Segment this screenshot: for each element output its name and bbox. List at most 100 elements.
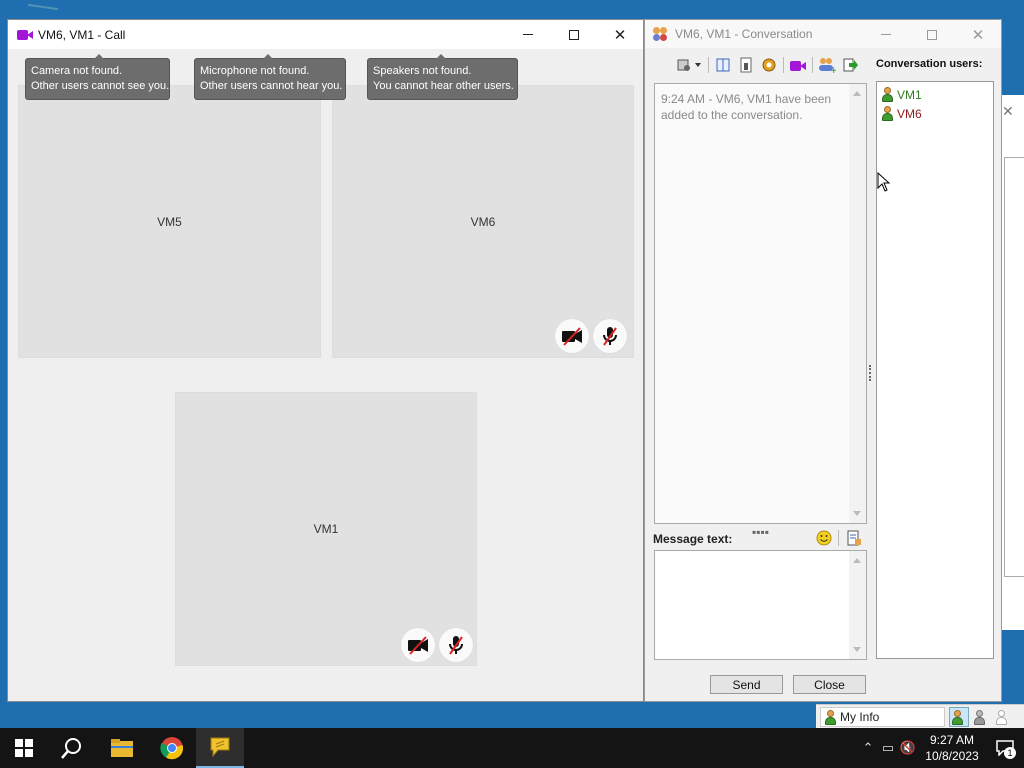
tooltip-line: Other users cannot see you. bbox=[31, 80, 170, 92]
conversation-toolbar: + bbox=[675, 54, 859, 76]
tooltip-line: You cannot hear other users. bbox=[373, 80, 514, 92]
clock-time: 9:27 AM bbox=[929, 733, 975, 747]
video-tile-vm5[interactable]: VM5 bbox=[18, 85, 321, 358]
users-icon bbox=[653, 27, 669, 41]
settings-gear-icon[interactable] bbox=[760, 56, 778, 74]
message-input-scrollbar[interactable] bbox=[849, 551, 866, 659]
tooltip-line: Camera not found. bbox=[31, 65, 123, 77]
status-online-icon[interactable] bbox=[949, 707, 969, 727]
toolbar-separator bbox=[708, 57, 709, 73]
history-book-icon[interactable] bbox=[714, 56, 732, 74]
scroll-down-arrow-icon[interactable] bbox=[853, 647, 861, 652]
svg-text:+: + bbox=[830, 66, 836, 73]
message-text-input[interactable] bbox=[654, 550, 867, 660]
tooltip-line: Other users cannot hear you. bbox=[200, 80, 343, 92]
clock[interactable]: 9:27 AM 10/8/2023 bbox=[918, 732, 986, 764]
myinfo-bar: My Info bbox=[816, 704, 1024, 728]
conversation-titlebar: VM6, VM1 - Conversation ✕ bbox=[645, 20, 1001, 48]
microphone-off-icon bbox=[593, 319, 627, 353]
search-icon bbox=[61, 738, 81, 759]
tooltip-line: Microphone not found. bbox=[200, 65, 310, 77]
toolbar-separator bbox=[783, 57, 784, 73]
clock-date: 10/8/2023 bbox=[925, 749, 979, 763]
notification-count-badge: 1 bbox=[1004, 747, 1016, 759]
maximize-button[interactable] bbox=[909, 20, 955, 49]
chrome-button[interactable] bbox=[148, 728, 196, 768]
camera-off-icon bbox=[555, 319, 589, 353]
scroll-up-arrow-icon[interactable] bbox=[853, 558, 861, 563]
close-button[interactable]: ✕ bbox=[955, 20, 1001, 49]
chevron-up-icon[interactable]: ⌃ bbox=[858, 740, 878, 756]
myinfo-label: My Info bbox=[840, 710, 880, 724]
conversation-users-label: Conversation users: bbox=[876, 58, 983, 70]
chat-message: 9:24 AM - VM6, VM1 have been added to th… bbox=[661, 92, 832, 122]
user-item-vm1[interactable]: VM1 bbox=[881, 85, 989, 104]
close-conversation-button[interactable]: Close bbox=[793, 675, 866, 694]
messenger-app-button[interactable] bbox=[196, 728, 244, 768]
user-icon bbox=[824, 709, 836, 725]
mouse-pointer-icon bbox=[877, 172, 891, 192]
user-name: VM6 bbox=[897, 106, 922, 121]
system-tray: ⌃ ▭ 🔇 9:27 AM 10/8/2023 1 bbox=[858, 728, 1024, 768]
status-offline-icon[interactable] bbox=[993, 707, 1013, 727]
minimize-button[interactable] bbox=[505, 20, 551, 49]
conversation-users-list[interactable]: VM1 VM6 bbox=[876, 81, 994, 659]
microphone-tooltip: Microphone not found. Other users cannot… bbox=[194, 54, 346, 100]
chat-log-scrollbar[interactable] bbox=[849, 84, 866, 523]
minimize-icon bbox=[523, 34, 533, 35]
user-name: VM1 bbox=[897, 87, 922, 102]
chrome-icon bbox=[160, 737, 184, 760]
toolbar-separator bbox=[838, 530, 839, 546]
windows-logo-icon bbox=[15, 739, 33, 757]
search-button[interactable] bbox=[48, 728, 96, 768]
maximize-icon bbox=[927, 29, 937, 40]
user-icon bbox=[881, 87, 893, 102]
volume-muted-icon[interactable]: 🔇 bbox=[898, 740, 918, 756]
info-document-icon[interactable] bbox=[737, 56, 755, 74]
network-icon[interactable]: ▭ bbox=[878, 740, 898, 756]
status-away-icon[interactable] bbox=[971, 707, 991, 727]
add-users-icon[interactable]: + bbox=[818, 56, 836, 74]
minimize-icon bbox=[881, 34, 891, 35]
video-camera-icon bbox=[17, 29, 33, 41]
camera-off-icon[interactable] bbox=[401, 628, 435, 662]
background-panel bbox=[1004, 157, 1024, 577]
maximize-icon bbox=[569, 29, 579, 40]
camera-tooltip: Camera not found. Other users cannot see… bbox=[25, 54, 170, 100]
emoticon-smiley-icon[interactable] bbox=[815, 529, 833, 547]
scroll-up-arrow-icon[interactable] bbox=[853, 91, 861, 96]
chat-log[interactable]: 9:24 AM - VM6, VM1 have been added to th… bbox=[654, 83, 867, 524]
user-item-vm6[interactable]: VM6 bbox=[881, 104, 989, 123]
leave-conversation-icon[interactable] bbox=[841, 56, 859, 74]
notification-center-button[interactable]: 1 bbox=[986, 728, 1024, 768]
conversation-window: VM6, VM1 - Conversation ✕ + Conversation… bbox=[644, 19, 1002, 702]
vertical-splitter-grip[interactable] bbox=[869, 365, 872, 381]
send-button[interactable]: Send bbox=[710, 675, 783, 694]
speakers-tooltip: Speakers not found. You cannot hear othe… bbox=[367, 54, 518, 100]
send-file-dropdown-button[interactable] bbox=[675, 56, 703, 74]
start-button[interactable] bbox=[0, 728, 48, 768]
close-button[interactable]: ✕ bbox=[597, 20, 643, 49]
video-call-icon[interactable] bbox=[789, 56, 807, 74]
call-titlebar: VM6, VM1 - Call ✕ bbox=[8, 20, 643, 49]
tile-name: VM1 bbox=[313, 522, 339, 536]
video-tile-vm6[interactable]: VM6 bbox=[332, 85, 634, 358]
maximize-button[interactable] bbox=[551, 20, 597, 49]
conversation-window-title: VM6, VM1 - Conversation bbox=[675, 27, 813, 41]
call-window-title: VM6, VM1 - Call bbox=[38, 27, 126, 42]
microphone-off-icon[interactable] bbox=[439, 628, 473, 662]
folder-icon bbox=[111, 739, 133, 757]
file-explorer-button[interactable] bbox=[98, 728, 146, 768]
close-icon: ✕ bbox=[971, 26, 985, 44]
video-tile-vm1[interactable]: VM1 bbox=[175, 392, 477, 666]
myinfo-field[interactable]: My Info bbox=[820, 707, 945, 727]
text-format-icon[interactable] bbox=[845, 529, 863, 547]
taskbar: ⌃ ▭ 🔇 9:27 AM 10/8/2023 1 bbox=[0, 728, 1024, 768]
tile-name: VM6 bbox=[470, 214, 496, 229]
user-icon bbox=[881, 106, 893, 121]
horizontal-splitter-grip[interactable]: ▪▪▪▪ bbox=[752, 525, 769, 539]
scroll-down-arrow-icon[interactable] bbox=[853, 511, 861, 516]
close-icon[interactable]: ✕ bbox=[1002, 103, 1014, 120]
toolbar-separator bbox=[812, 57, 813, 73]
minimize-button[interactable] bbox=[863, 20, 909, 49]
